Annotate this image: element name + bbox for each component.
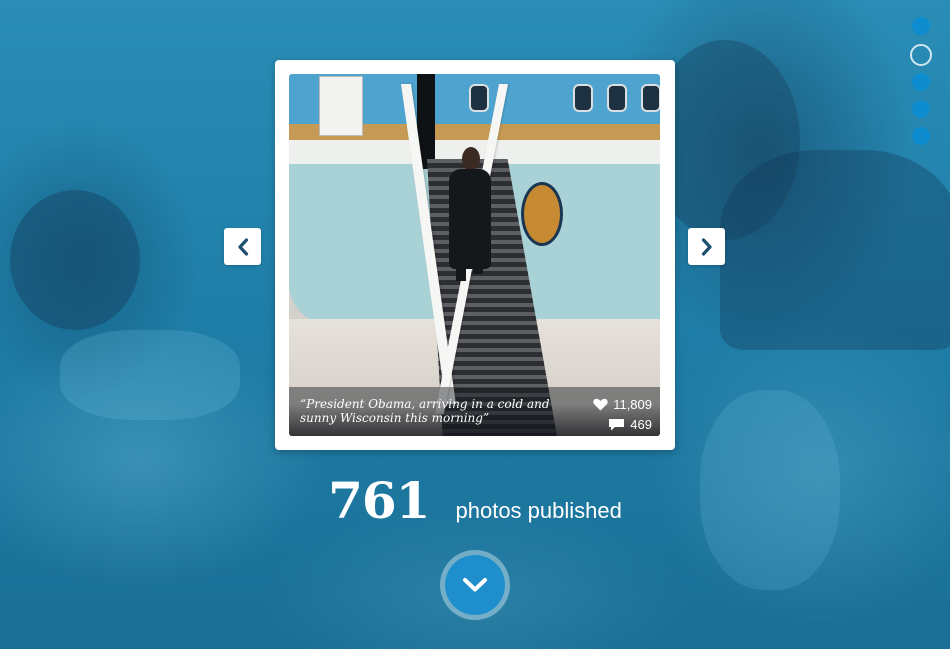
section-pager	[910, 17, 932, 154]
comment-icon	[609, 418, 625, 430]
pager-dot-1[interactable]	[912, 17, 930, 35]
featured-photo[interactable]: “President Obama, arriving in a cold and…	[289, 74, 660, 436]
pager-dot-3[interactable]	[912, 73, 930, 91]
photo-count: 761 photos published	[0, 473, 950, 539]
scroll-down-inner	[445, 555, 505, 615]
heart-icon	[593, 398, 608, 410]
previous-photo-button[interactable]	[224, 228, 261, 265]
photo-card[interactable]: “President Obama, arriving in a cold and…	[275, 60, 675, 450]
likes-row: 11,809	[593, 394, 652, 414]
photo-count-number: 761	[328, 471, 430, 530]
pager-dot-4[interactable]	[912, 100, 930, 118]
pager-dot-2[interactable]	[910, 44, 932, 66]
pager-dot-5[interactable]	[912, 127, 930, 145]
photo-count-label: photos published	[455, 498, 622, 523]
likes-count: 11,809	[613, 396, 652, 412]
chevron-down-icon	[463, 578, 487, 592]
photo-stats: 11,809 469	[593, 394, 652, 434]
comments-count: 469	[630, 416, 652, 432]
photo-caption: “President Obama, arriving in a cold and…	[300, 397, 550, 425]
chevron-left-icon	[237, 237, 248, 256]
next-photo-button[interactable]	[688, 228, 725, 265]
chevron-right-icon	[701, 237, 712, 256]
scroll-down-button[interactable]	[440, 550, 510, 620]
comments-row: 469	[593, 414, 652, 434]
